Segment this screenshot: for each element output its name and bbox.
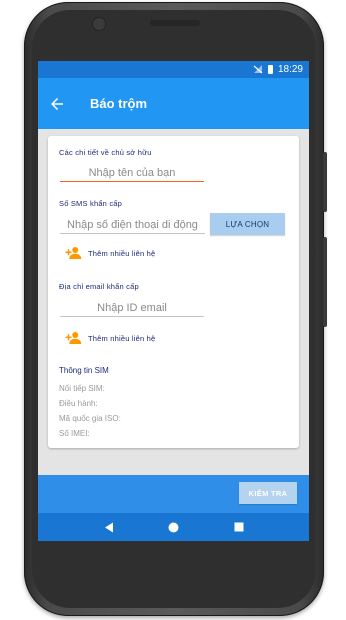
volume-button	[323, 237, 327, 327]
phone-number-input[interactable]	[60, 217, 205, 234]
add-sms-contact-row[interactable]: Thêm nhiều liên hệ	[64, 246, 155, 260]
power-button	[323, 152, 327, 212]
app-bar: Báo trộm	[38, 78, 309, 129]
nav-recents-button[interactable]	[229, 517, 249, 537]
bottom-action-bar: KIỂM TRA	[38, 475, 309, 513]
sim-operator-label: Điều hành:	[59, 399, 98, 408]
sms-section-label: Số SMS khẩn cấp	[59, 199, 123, 208]
battery-icon	[267, 65, 273, 74]
add-contact-icon	[65, 247, 82, 259]
nav-back-icon	[104, 522, 113, 532]
owner-name-input[interactable]	[60, 165, 204, 182]
sim-country-code-label: Mã quốc gia ISO:	[59, 414, 121, 423]
back-arrow-icon[interactable]	[48, 95, 66, 113]
pick-contact-button[interactable]: LỰA CHỌN	[210, 213, 285, 235]
front-camera	[92, 17, 106, 31]
nav-recents-icon	[234, 522, 243, 532]
nav-home-icon	[168, 522, 179, 532]
app-title: Báo trộm	[90, 96, 148, 111]
check-button[interactable]: KIỂM TRA	[239, 482, 297, 504]
nav-back-button[interactable]	[99, 517, 119, 537]
owner-section-label: Các chi tiết về chủ sở hữu	[59, 148, 152, 157]
sim-serial-label: Nối tiếp SIM:	[59, 384, 105, 393]
status-bar: 18:29	[38, 61, 309, 78]
app-screen: 18:29 Báo trộm Các chi tiết về chủ sở hữ…	[38, 61, 309, 541]
sim-info-heading: Thông tin SIM	[59, 366, 109, 375]
add-email-contact-label: Thêm nhiều liên hệ	[88, 333, 156, 343]
system-nav-bar	[38, 513, 309, 541]
earpiece-speaker	[150, 20, 200, 26]
add-contact-icon	[65, 332, 82, 344]
settings-card: Các chi tiết về chủ sở hữu Số SMS khẩn c…	[48, 136, 299, 448]
signal-off-icon	[253, 65, 263, 74]
status-time: 18:29	[277, 64, 303, 75]
add-sms-contact-label: Thêm nhiều liên hệ	[88, 248, 156, 258]
email-section-label: Địa chỉ email khẩn cấp	[59, 282, 139, 291]
nav-home-button[interactable]	[164, 517, 184, 537]
email-input[interactable]	[60, 300, 204, 317]
add-email-contact-row[interactable]: Thêm nhiều liên hệ	[64, 331, 155, 345]
sim-imei-label: Số IMEI:	[59, 429, 90, 438]
